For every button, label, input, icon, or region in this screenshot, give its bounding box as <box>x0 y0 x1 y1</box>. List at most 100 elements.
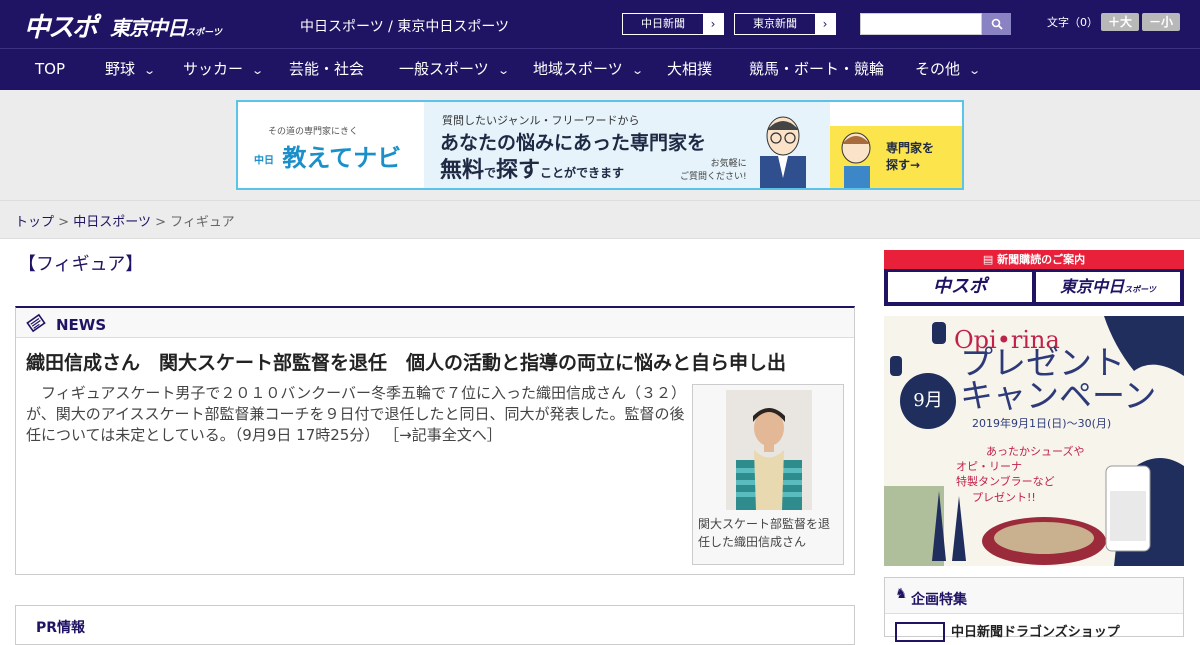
search-button[interactable] <box>982 13 1011 35</box>
subscribe-chuspo-button[interactable]: 中スポ <box>888 272 1032 302</box>
news-section: NEWS 織田信成さん 関大スケート部監督を退任 個人の活動と指導の両立に悩みと… <box>15 306 855 575</box>
feature-item-link[interactable]: 中日新聞ドラゴンズショップ <box>951 621 1120 640</box>
breadcrumb-home[interactable]: トップ <box>15 215 54 230</box>
chevron-right-icon: › <box>815 14 835 34</box>
feature-label: 企画特集 <box>911 592 967 608</box>
ad-brand: 中日 教えてナビ <box>254 138 401 173</box>
news-label: NEWS <box>56 316 107 334</box>
ad-note: お気軽にご質問ください! <box>680 158 747 184</box>
site-links[interactable]: 中日スポーツ / 東京中日スポーツ <box>300 16 509 36</box>
ad-note2: ご質問ください! <box>680 172 747 182</box>
nav-item-general-sports[interactable]: 一般スポーツ ⌄ <box>399 49 510 90</box>
nav-label: サッカー <box>183 60 244 78</box>
feature-header: ♞ 企画特集 <box>885 578 1183 614</box>
nav-item-sumo[interactable]: 大相撲 <box>667 49 712 90</box>
newspaper-icon <box>26 313 46 333</box>
nav-label: その他 <box>915 60 961 78</box>
gift-line1: あったかシューズや <box>986 445 1085 458</box>
news-summary: フィギュアスケート男子で２０１０バンクーバー冬季五輪で７位に入った織田信成さん（… <box>26 383 686 446</box>
news-body-text: フィギュアスケート男子で２０１０バンクーバー冬季五輪で７位に入った織田信成さん（… <box>26 384 687 444</box>
tokyo-chunichi-logo-sub: スポーツ <box>186 28 222 38</box>
cta-line1: 専門家を <box>886 141 935 155</box>
photo-caption: 関大スケート部監督を退任した織田信成さん <box>698 517 831 549</box>
main-nav: TOP 野球 ⌄ サッカー ⌄ 芸能・社会 一般スポーツ ⌄ 地域スポーツ ⌄ 大相撲 … <box>0 48 1200 90</box>
font-smaller-button[interactable]: －小 <box>1142 13 1180 31</box>
sub-logo2-small: スポーツ <box>1124 285 1156 294</box>
read-more-link[interactable]: ［→記事全文へ］ <box>384 426 502 444</box>
tokyo-chunichi-logo[interactable]: 東京中日スポーツ <box>110 12 222 41</box>
cta-line2: 探す→ <box>886 158 921 172</box>
ad-line2: あなたの悩みにあった専門家を <box>440 132 707 154</box>
sub-logo2-text: 東京中日 <box>1060 277 1125 296</box>
nav-label: 大相撲 <box>667 60 713 78</box>
ribbon-icon: ♞ <box>895 586 908 602</box>
subscribe-tokyo-chunichi-button[interactable]: 東京中日スポーツ <box>1036 272 1180 302</box>
ad-note1: お気軽に <box>710 159 747 169</box>
cta-text: 専門家を探す→ <box>886 140 934 174</box>
nav-label: 競馬・ボート・競輪 <box>749 60 885 78</box>
campaign-month: 9月 <box>900 373 956 429</box>
campaign-heading: プレゼント キャンペーン <box>960 346 1156 412</box>
search-input[interactable] <box>860 13 982 35</box>
nav-label: 芸能・社会 <box>289 60 365 78</box>
nav-item-soccer[interactable]: サッカー ⌄ <box>183 49 264 90</box>
thinking-person-illustration <box>841 132 871 188</box>
tokyo-chunichi-logo-text: 東京中日 <box>110 16 187 40</box>
font-larger-button[interactable]: ＋大 <box>1101 13 1139 31</box>
campaign-gift-text: あったかシューズやオピ・リーナ特製タンブラーなど <box>956 444 1084 489</box>
oshiete-navi-banner[interactable]: その道の専門家にきく 中日 教えてナビ 質問したいジャンル・フリーワードから あ… <box>236 100 964 190</box>
page-title: 【フィギュア】 <box>18 254 144 275</box>
chevron-down-icon: ⌄ <box>968 64 982 77</box>
nav-item-entertainment[interactable]: 芸能・社会 <box>289 49 364 90</box>
breadcrumb: トップ > 中日スポーツ > フィギュア <box>0 200 1200 239</box>
subscription-header: ▤ 新聞購読のご案内 <box>884 250 1184 269</box>
breadcrumb-sep: > <box>155 215 166 230</box>
gift-line4: プレゼント!! <box>972 491 1036 504</box>
nav-item-racing[interactable]: 競馬・ボート・競輪 <box>749 49 884 90</box>
ad-brand-prefix: 中日 <box>254 155 274 167</box>
site-header: 中スポ 東京中日スポーツ 中日スポーツ / 東京中日スポーツ 中日新聞 › 東京… <box>0 0 1200 48</box>
breadcrumb-sep: > <box>58 215 70 230</box>
chuspo-logo[interactable]: 中スポ <box>24 7 98 44</box>
nav-label: TOP <box>35 60 66 78</box>
newspaper-icon: ▤ <box>982 253 994 266</box>
font-size-label: 文字（0） <box>1047 16 1098 29</box>
feature-section: ♞ 企画特集 中日新聞ドラゴンズショップ <box>884 577 1184 642</box>
nav-item-baseball[interactable]: 野球 ⌄ <box>105 49 157 90</box>
ad-line1: 質問したいジャンル・フリーワードから <box>442 114 640 127</box>
ad-brand-panel: その道の専門家にきく 中日 教えてナビ <box>238 102 424 188</box>
nav-item-top[interactable]: TOP <box>35 49 65 90</box>
gift-line3: 特製タンブラーなど <box>956 475 1055 488</box>
chunichi-shimbun-label: 中日新聞 <box>641 17 685 30</box>
news-header: NEWS <box>16 308 854 338</box>
breadcrumb-section[interactable]: 中日スポーツ <box>73 215 151 230</box>
ad-line3-a: 無料 <box>440 158 485 183</box>
feature-thumbnail[interactable] <box>895 622 945 642</box>
chunichi-shimbun-button[interactable]: 中日新聞 › <box>622 13 724 35</box>
ad-tagline: その道の専門家にきく <box>268 127 359 137</box>
news-photo-box: 関大スケート部監督を退任した織田信成さん <box>692 384 844 565</box>
nav-item-local-sports[interactable]: 地域スポーツ ⌄ <box>533 49 644 90</box>
nav-label: 地域スポーツ <box>533 60 623 78</box>
chevron-down-icon: ⌄ <box>496 64 510 77</box>
ad-brand-name: 教えてナビ <box>282 144 402 172</box>
tokyo-shimbun-button[interactable]: 東京新聞 › <box>734 13 836 35</box>
chevron-down-icon: ⌄ <box>143 64 157 77</box>
search-icon <box>991 18 1003 30</box>
campaign-h1: プレゼント <box>960 343 1125 382</box>
gift-line2: オピ・リーナ <box>956 460 1022 473</box>
news-headline[interactable]: 織田信成さん 関大スケート部監督を退任 個人の活動と指導の両立に悩みと自ら申し出 <box>26 348 786 375</box>
subscription-label: 新聞購読のご案内 <box>997 253 1086 266</box>
ad-line3-d: ことができます <box>540 166 625 180</box>
campaign-dates: 2019年9月1日(日)〜30(月) <box>972 417 1112 430</box>
nav-item-other[interactable]: その他 ⌄ <box>915 49 982 90</box>
campaign-h2: キャンペーン <box>960 376 1157 415</box>
chevron-down-icon: ⌄ <box>630 64 644 77</box>
pr-label: PR情報 <box>36 620 86 636</box>
present-campaign-banner[interactable]: Opi•rina プレゼント キャンペーン 9月 2019年9月1日(日)〜30(… <box>884 316 1184 566</box>
breadcrumb-current: フィギュア <box>170 215 235 230</box>
subscription-box[interactable]: ▤ 新聞購読のご案内 中スポ 東京中日スポーツ <box>884 250 1184 306</box>
ad-line3-b: で <box>484 166 497 180</box>
find-expert-cta[interactable]: 専門家を探す→ <box>830 126 962 188</box>
news-photo[interactable] <box>726 390 812 510</box>
